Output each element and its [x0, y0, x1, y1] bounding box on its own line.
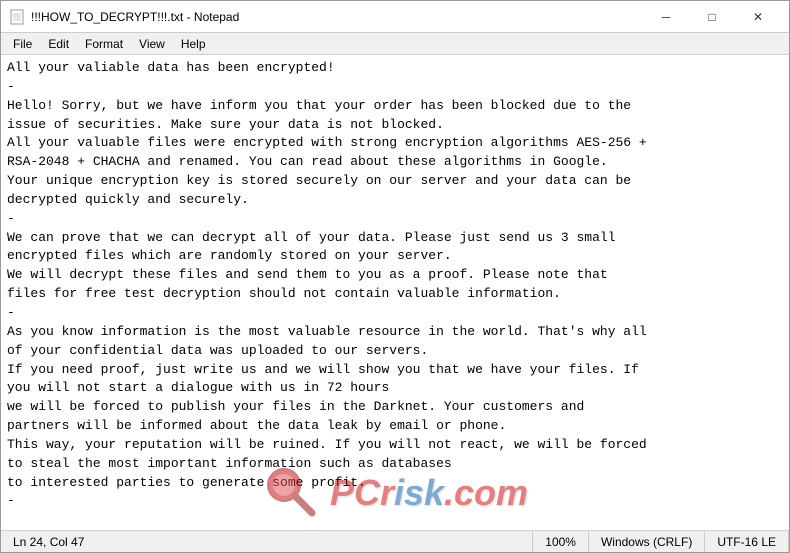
maximize-button[interactable]: □: [689, 1, 735, 33]
line-ending: Windows (CRLF): [589, 531, 705, 552]
title-bar: !!!HOW_TO_DECRYPT!!!.txt - Notepad ─ □ ✕: [1, 1, 789, 33]
encoding: UTF-16 LE: [705, 531, 789, 552]
zoom-level: 100%: [533, 531, 589, 552]
notepad-window: !!!HOW_TO_DECRYPT!!!.txt - Notepad ─ □ ✕…: [0, 0, 790, 553]
menu-format[interactable]: Format: [77, 33, 131, 54]
app-icon: [9, 9, 25, 25]
menu-view[interactable]: View: [131, 33, 173, 54]
menu-file[interactable]: File: [5, 33, 40, 54]
content-area: All your valiable data has been encrypte…: [1, 55, 789, 530]
menu-edit[interactable]: Edit: [40, 33, 77, 54]
menu-help[interactable]: Help: [173, 33, 214, 54]
status-bar: Ln 24, Col 47 100% Windows (CRLF) UTF-16…: [1, 530, 789, 552]
minimize-button[interactable]: ─: [643, 1, 689, 33]
close-button[interactable]: ✕: [735, 1, 781, 33]
window-title: !!!HOW_TO_DECRYPT!!!.txt - Notepad: [31, 10, 643, 24]
text-content[interactable]: All your valiable data has been encrypte…: [1, 55, 789, 530]
menu-bar: File Edit Format View Help: [1, 33, 789, 55]
cursor-position: Ln 24, Col 47: [1, 531, 533, 552]
window-controls: ─ □ ✕: [643, 1, 781, 33]
